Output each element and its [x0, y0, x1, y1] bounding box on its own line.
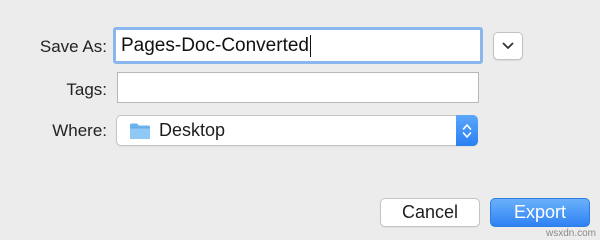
export-button[interactable]: Export	[490, 198, 590, 227]
expand-dialog-button[interactable]	[493, 32, 523, 60]
text-caret	[309, 34, 312, 57]
where-select[interactable]: Desktop	[116, 115, 478, 146]
where-label: Where:	[52, 121, 107, 140]
chevron-down-icon	[502, 42, 514, 49]
up-down-chevron-icon	[462, 123, 472, 138]
folder-icon	[130, 123, 150, 139]
tags-label: Tags:	[66, 80, 107, 99]
tags-field[interactable]	[117, 72, 479, 103]
save-as-field[interactable]: Pages-Doc-Converted	[113, 27, 483, 64]
where-value: Desktop	[159, 120, 226, 140]
where-stepper[interactable]	[456, 115, 478, 146]
save-as-value: Pages-Doc-Converted	[121, 34, 309, 56]
cancel-button[interactable]: Cancel	[380, 198, 480, 227]
save-as-label: Save As:	[39, 37, 107, 56]
save-dialog: Save As: Pages-Doc-Converted Tags: Where…	[0, 0, 600, 240]
watermark-text: wsxdn.com	[545, 228, 596, 239]
